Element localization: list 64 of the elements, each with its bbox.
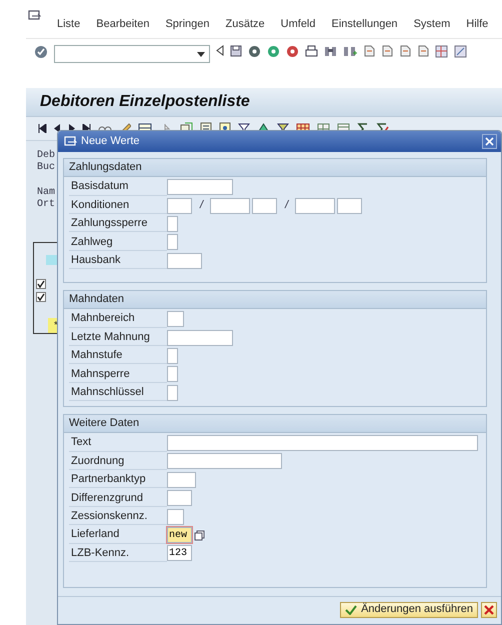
save-icon[interactable]	[230, 45, 242, 57]
header-text: Buc	[37, 162, 56, 174]
close-button[interactable]	[482, 134, 497, 149]
header-text: Ort	[37, 199, 56, 211]
find-icon[interactable]	[324, 45, 337, 57]
input-field[interactable]	[167, 311, 184, 328]
row-checkbox[interactable]	[36, 292, 46, 302]
menu-item[interactable]: Springen	[165, 10, 210, 38]
page-icon[interactable]	[363, 45, 375, 57]
menu-item[interactable]: System	[414, 10, 450, 38]
input-field[interactable]	[252, 198, 278, 214]
menu-item[interactable]: Bearbeiten	[96, 10, 150, 38]
input-field[interactable]	[167, 453, 282, 470]
separator-text: /	[285, 198, 288, 214]
group-title: Weitere Daten	[64, 414, 486, 433]
input-field[interactable]	[295, 198, 336, 214]
screen-title: Debitoren Einzelpostenliste	[26, 88, 502, 117]
first-icon[interactable]	[38, 124, 47, 133]
input-field[interactable]	[167, 330, 233, 346]
input-field[interactable]	[167, 508, 184, 525]
input-field[interactable]	[167, 252, 202, 269]
dialog-title: Neue Werte	[81, 134, 140, 150]
page-icon[interactable]	[381, 45, 393, 57]
dialog-icon	[64, 136, 77, 147]
menu-item[interactable]: Einstellungen	[332, 10, 398, 38]
input-field[interactable]	[167, 198, 192, 214]
page-icon[interactable]	[399, 45, 411, 57]
separator-text: /	[200, 198, 204, 214]
menu-item[interactable]: Umfeld	[280, 10, 316, 38]
header-text: Nam	[37, 187, 56, 199]
input-field[interactable]	[167, 435, 478, 452]
input-field[interactable]	[167, 366, 178, 382]
header-text: Deb	[37, 150, 56, 162]
input-field[interactable]	[337, 198, 362, 214]
input-field[interactable]: 123	[167, 545, 192, 562]
page-icon[interactable]	[417, 45, 429, 57]
check-icon[interactable]	[34, 45, 48, 59]
input-field[interactable]	[167, 384, 178, 401]
print-icon[interactable]	[305, 45, 318, 57]
find-next-icon[interactable]	[343, 45, 357, 57]
menu-item[interactable]: Liste	[57, 10, 80, 38]
input-field[interactable]	[167, 348, 178, 364]
row-checkbox[interactable]	[36, 279, 46, 289]
input-field[interactable]	[167, 472, 196, 488]
dropdown-icon[interactable]	[197, 52, 205, 56]
input-field[interactable]	[167, 490, 192, 506]
menu-item[interactable]: Zusätze	[226, 10, 265, 38]
value-help-icon[interactable]	[194, 530, 205, 541]
input-field[interactable]	[210, 198, 250, 214]
check-icon	[345, 604, 358, 615]
input-field[interactable]	[167, 234, 178, 250]
layout-icon[interactable]	[454, 45, 467, 58]
layout-icon[interactable]	[435, 45, 448, 58]
cancel-button[interactable]	[481, 602, 497, 618]
group-title: Zahlungsdaten	[64, 159, 486, 177]
close-icon	[485, 137, 494, 146]
input-field[interactable]	[167, 216, 178, 232]
input-field[interactable]: new	[167, 527, 192, 544]
group-title: Mahndaten	[64, 290, 486, 309]
command-field[interactable]	[54, 45, 210, 63]
menu-icon[interactable]	[28, 10, 41, 21]
input-field[interactable]	[167, 179, 233, 196]
confirm-button[interactable]: Änderungen ausführen	[340, 602, 478, 618]
menu-item[interactable]: Hilfe	[466, 10, 488, 38]
